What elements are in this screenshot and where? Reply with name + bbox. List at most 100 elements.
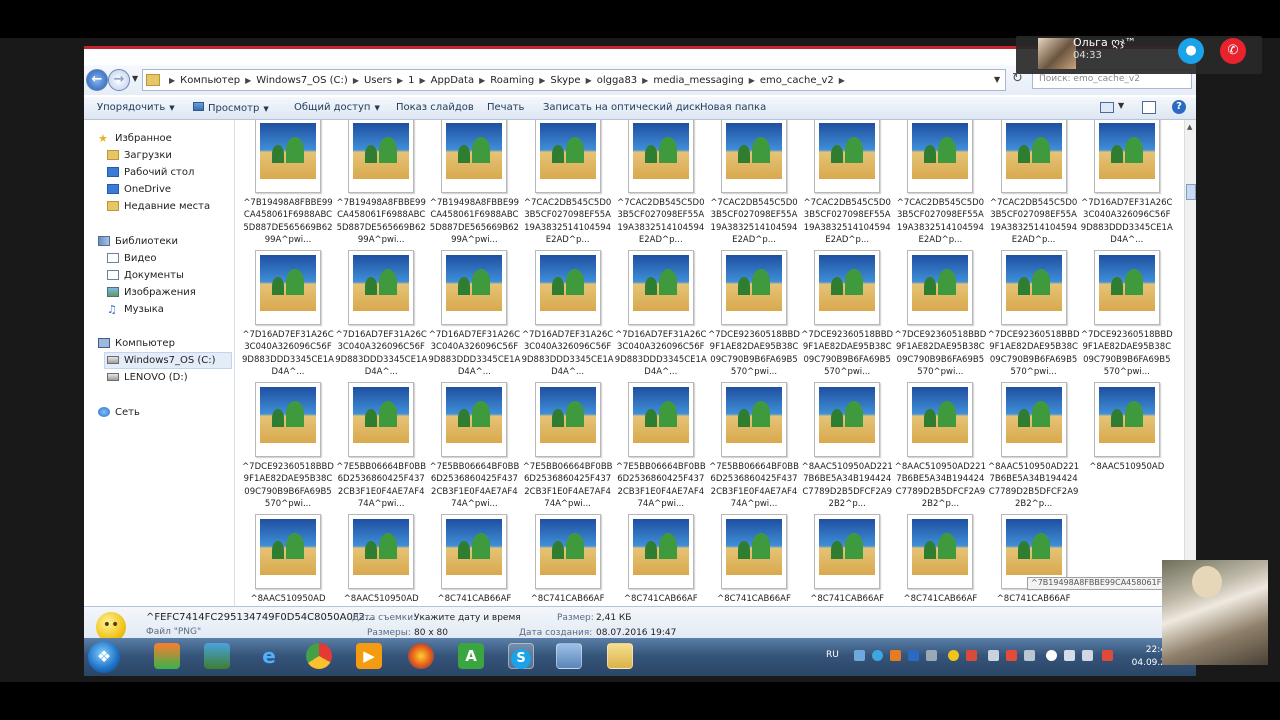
file-item[interactable]: ^7D16AD7EF31A26C3C040A326096C56F9D883DDD…: [516, 250, 614, 378]
tray-circle-icon[interactable]: [1046, 650, 1057, 661]
file-item[interactable]: ^8C741CAB66AF: [795, 514, 888, 606]
file-item[interactable]: ^7B19498A8FBBE99CA458061F6988ABC5D887DE5…: [236, 120, 333, 246]
file-item[interactable]: ^8C741CAB66AF: [609, 514, 702, 606]
app-icon-orb[interactable]: [154, 643, 180, 669]
tray-antivirus-icon[interactable]: [966, 650, 977, 661]
file-item[interactable]: ^7D16AD7EF31A26C3C040A326096C56F9D883DDD…: [609, 250, 707, 378]
share-button[interactable]: Общий доступ ▼: [294, 102, 380, 113]
file-item[interactable]: ^7DCE92360518BBD9F1AE82DAE95B38C09C790B9…: [702, 250, 800, 378]
explorer-taskbar-icon[interactable]: [607, 643, 633, 669]
file-item[interactable]: ^8C741CAB66AF: [888, 514, 981, 606]
file-item[interactable]: ^7E5BB06664BF0BB6D2536860425F4372CB3F1E0…: [609, 382, 706, 510]
sidebar-item-music[interactable]: ♫ Музыка: [107, 301, 164, 317]
file-item[interactable]: ^7B19498A8FBBE99CA458061F6988ABC5D887DE5…: [422, 120, 519, 246]
tray-network-icon[interactable]: [1024, 650, 1035, 661]
clock[interactable]: 22:4 04.09.2: [1130, 644, 1166, 670]
file-item[interactable]: ^8C741CAB66AF: [702, 514, 795, 606]
file-item[interactable]: ^8AAC510950AD: [236, 514, 329, 606]
file-item[interactable]: ^7CAC2DB545C5D03B5CF027098EF55A19A383251…: [516, 120, 611, 246]
file-item[interactable]: ^7CAC2DB545C5D03B5CF027098EF55A19A383251…: [702, 120, 798, 246]
back-button[interactable]: ←: [86, 69, 108, 91]
file-item[interactable]: ^7D16AD7EF31A26C3C040A326096C56F9D883DDD…: [329, 250, 427, 378]
file-item[interactable]: ^7D16AD7EF31A26C3C040A326096C56F9D883DDD…: [236, 250, 334, 378]
address-dropdown[interactable]: ▼: [994, 75, 1000, 84]
file-item[interactable]: ^7E5BB06664BF0BB6D2536860425F4372CB3F1E0…: [702, 382, 799, 510]
breadcrumb-user[interactable]: 1: [408, 75, 414, 86]
tray-signal-icon[interactable]: [1082, 650, 1093, 661]
breadcrumb-skype[interactable]: Skype: [550, 75, 580, 86]
tray-device-icon[interactable]: [988, 650, 999, 661]
language-indicator[interactable]: RU: [826, 650, 839, 660]
chrome-icon[interactable]: [306, 643, 332, 669]
view-options-dropdown[interactable]: ▼: [1118, 101, 1124, 110]
file-item[interactable]: ^7E5BB06664BF0BB6D2536860425F4372CB3F1E0…: [422, 382, 519, 510]
burn-disc-button[interactable]: Записать на оптический диск: [543, 102, 701, 113]
file-item[interactable]: ^8AAC510950AD2217B6BE5A34B194424C7789D2B…: [982, 382, 1079, 510]
end-call-button[interactable]: ✆: [1220, 38, 1246, 64]
breadcrumb-computer[interactable]: Компьютер: [180, 75, 240, 86]
change-view-icon[interactable]: [1100, 102, 1114, 113]
sidebar-item-onedrive[interactable]: OneDrive: [107, 181, 171, 197]
file-item[interactable]: ^7D16AD7EF31A26C3C040A326096C56F9D883DDD…: [1075, 120, 1173, 246]
file-item[interactable]: ^7D16AD7EF31A26C3C040A326096C56F9D883DDD…: [422, 250, 520, 378]
scrollbar-thumb[interactable]: [1186, 184, 1196, 200]
tray-alert-icon[interactable]: [1102, 650, 1113, 661]
scroll-up-arrow-icon[interactable]: ▲: [1187, 123, 1192, 131]
volume-icon[interactable]: [1064, 650, 1075, 661]
breadcrumb-appdata[interactable]: AppData: [431, 75, 474, 86]
file-item[interactable]: ^7CAC2DB545C5D03B5CF027098EF55A19A383251…: [888, 120, 984, 246]
breadcrumb-media-messaging[interactable]: media_messaging: [653, 75, 743, 86]
file-item[interactable]: ^7CAC2DB545C5D03B5CF027098EF55A19A383251…: [795, 120, 891, 246]
file-item[interactable]: ^7E5BB06664BF0BB6D2536860425F4372CB3F1E0…: [516, 382, 613, 510]
help-icon[interactable]: ?: [1172, 100, 1186, 114]
file-item[interactable]: ^7DCE92360518BBD9F1AE82DAE95B38C09C790B9…: [982, 250, 1080, 378]
forward-button[interactable]: →: [108, 69, 130, 91]
breadcrumb-account[interactable]: olgga83: [597, 75, 637, 86]
file-item[interactable]: ^8AAC510950AD: [329, 514, 422, 606]
file-item[interactable]: ^7E5BB06664BF0BB6D2536860425F4372CB3F1E0…: [329, 382, 426, 510]
sidebar-item-favorites[interactable]: ★ Избранное: [98, 130, 172, 146]
tray-search-icon[interactable]: [872, 650, 883, 661]
tray-link-icon[interactable]: [926, 650, 937, 661]
tray-flag-icon[interactable]: [1006, 650, 1017, 661]
sidebar-item-images[interactable]: Изображения: [107, 284, 196, 300]
view-button[interactable]: Просмотр ▼: [193, 102, 269, 114]
preview-pane-icon[interactable]: [1142, 101, 1156, 114]
tray-pen-icon[interactable]: [854, 650, 865, 661]
file-item[interactable]: ^8AAC510950AD2217B6BE5A34B194424C7789D2B…: [888, 382, 986, 510]
file-item[interactable]: ^7DCE92360518BBD9F1AE82DAE95B38C09C790B9…: [795, 250, 893, 378]
tray-app-icon[interactable]: [890, 650, 901, 661]
recent-pages-dropdown[interactable]: ▼: [132, 74, 138, 83]
print-button[interactable]: Печать: [487, 102, 524, 113]
file-item[interactable]: ^7B19498A8FBBE99CA458061F6988ABC5D887DE5…: [329, 120, 426, 246]
file-item[interactable]: ^7CAC2DB545C5D03B5CF027098EF55A19A383251…: [982, 120, 1077, 246]
sidebar-item-documents[interactable]: Документы: [107, 267, 184, 283]
file-item[interactable]: ^8AAC510950AD: [1075, 382, 1168, 510]
tray-status-icon[interactable]: [948, 650, 959, 661]
file-item[interactable]: ^7DCE92360518BBD9F1AE82DAE95B38C09C790B9…: [1075, 250, 1173, 378]
sidebar-item-drive-c[interactable]: Windows7_OS (C:): [107, 352, 216, 368]
breadcrumb-emo-cache[interactable]: emo_cache_v2: [760, 75, 834, 86]
file-item[interactable]: ^8C741CAB66AF: [982, 514, 1075, 606]
tray-shield-icon[interactable]: [908, 650, 919, 661]
date-taken-value[interactable]: Укажите дату и время: [414, 613, 521, 623]
slideshow-button[interactable]: Показ слайдов: [396, 102, 474, 113]
photo-viewer-icon[interactable]: [204, 643, 230, 669]
sidebar-item-recent[interactable]: Недавние места: [107, 198, 210, 214]
breadcrumb-users[interactable]: Users: [364, 75, 392, 86]
organize-button[interactable]: Упорядочить ▼: [97, 102, 175, 113]
sidebar-item-desktop[interactable]: Рабочий стол: [107, 164, 194, 180]
media-player-icon[interactable]: ▶: [356, 643, 382, 669]
sidebar-item-downloads[interactable]: Загрузки: [107, 147, 172, 163]
file-item[interactable]: ^8C741CAB66AF: [422, 514, 515, 606]
file-item[interactable]: ^8AAC510950AD2217B6BE5A34B194424C7789D2B…: [795, 382, 893, 510]
app-a-icon[interactable]: A: [458, 643, 484, 669]
address-bar[interactable]: ▶ Компьютер ▶ Windows7_OS (C:) ▶ Users ▶…: [142, 69, 1006, 91]
start-button[interactable]: ❖: [88, 641, 120, 673]
breadcrumb-roaming[interactable]: Roaming: [490, 75, 534, 86]
file-item[interactable]: ^7DCE92360518BBD9F1AE82DAE95B38C09C790B9…: [236, 382, 334, 510]
firefox-icon[interactable]: [408, 643, 434, 669]
breadcrumb-drive[interactable]: Windows7_OS (C:): [256, 75, 348, 86]
internet-explorer-icon[interactable]: e: [256, 643, 282, 669]
sidebar-item-computer[interactable]: Компьютер: [98, 335, 175, 351]
